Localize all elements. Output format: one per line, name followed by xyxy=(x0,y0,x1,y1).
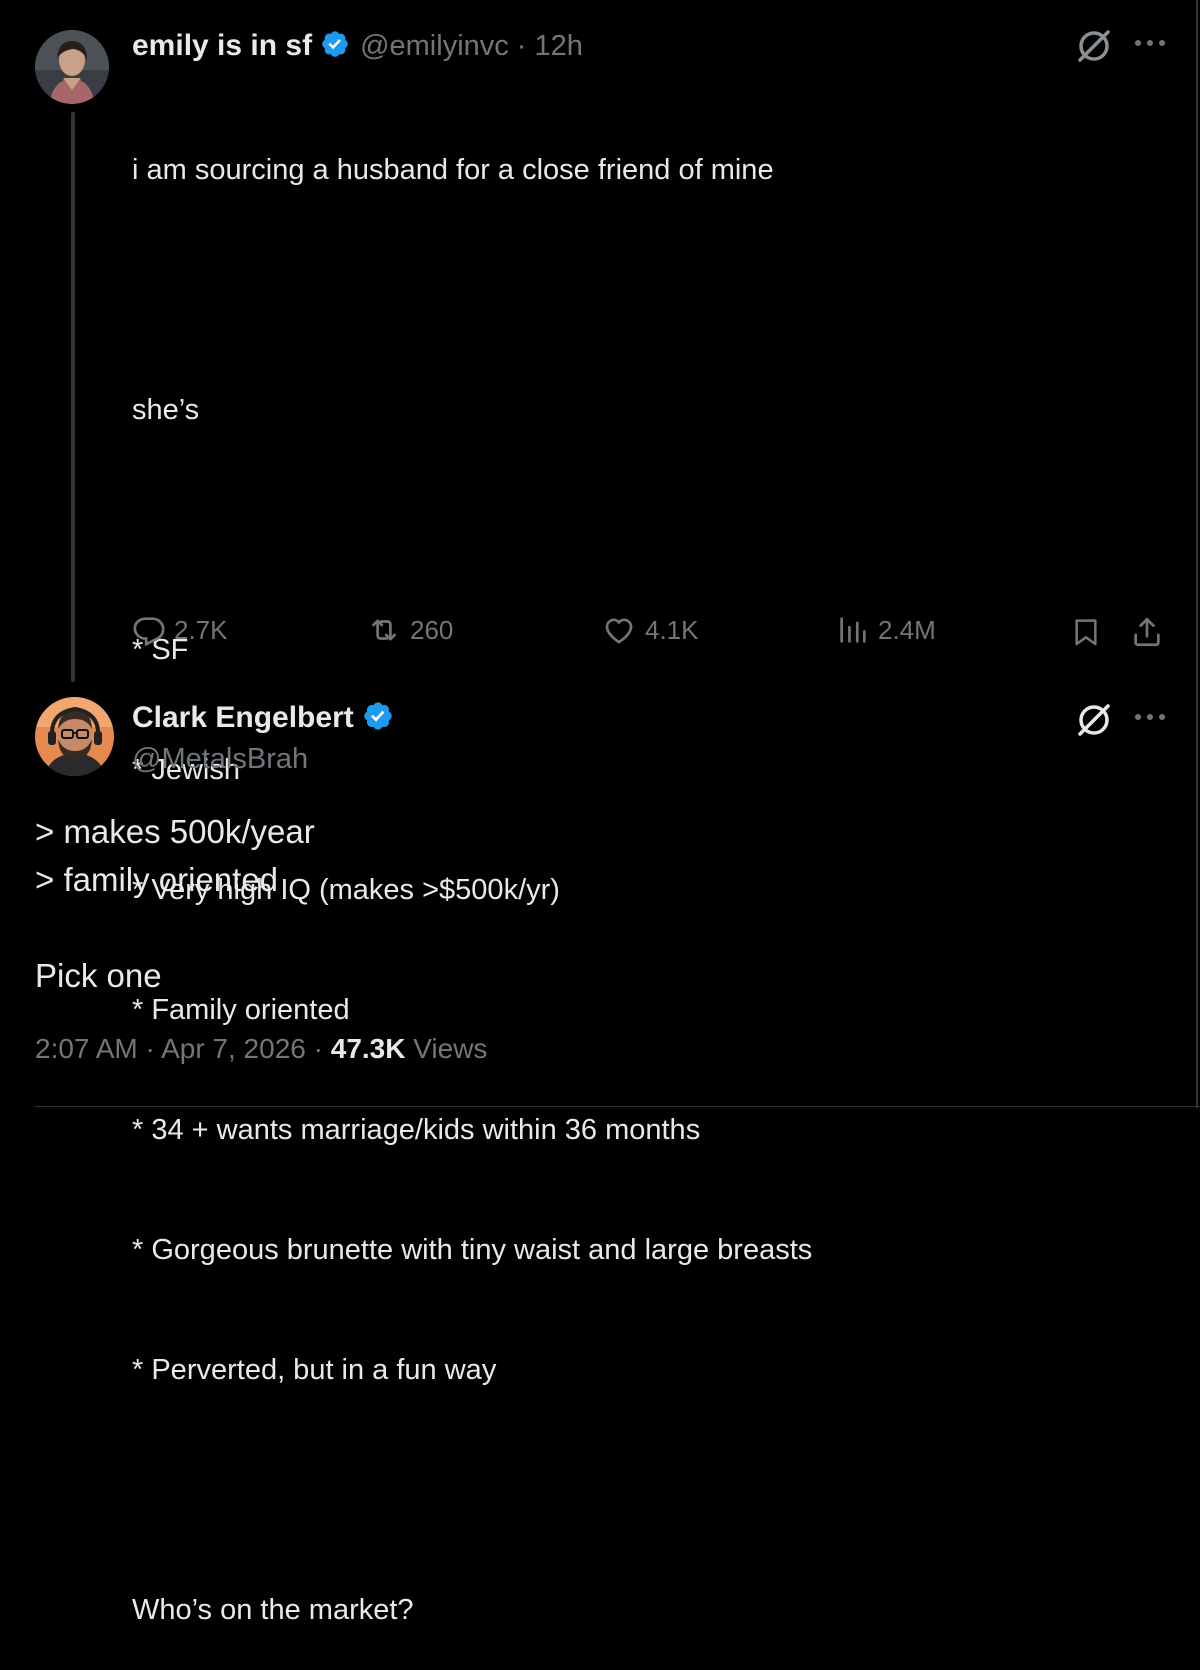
separator-dot: · xyxy=(313,1033,323,1064)
tweet-line xyxy=(132,1470,812,1510)
reply-author-handle[interactable]: @MetalsBrah xyxy=(132,743,308,776)
author-handle[interactable]: @emilyinvc xyxy=(360,30,509,63)
separator-dot: · xyxy=(145,1033,155,1064)
verified-badge-icon xyxy=(320,29,350,64)
tweet-line xyxy=(132,510,812,550)
tweet-actions: 2.7K 260 4.1K 2.4M xyxy=(0,613,1200,653)
repost-icon xyxy=(372,619,396,641)
tweet-line xyxy=(132,270,812,310)
author-name[interactable]: emily is in sf xyxy=(132,29,312,63)
share-icon[interactable] xyxy=(1130,615,1164,654)
reply-body: > makes 500k/year > family oriented Pick… xyxy=(35,808,315,1000)
reply-button[interactable]: 2.7K xyxy=(132,613,228,647)
grok-icon[interactable] xyxy=(1074,26,1114,71)
reply-line: > family oriented xyxy=(35,861,279,898)
tweet-line: i am sourcing a husband for a close frie… xyxy=(132,154,774,186)
divider xyxy=(35,1106,1200,1107)
verified-badge-icon xyxy=(362,700,394,737)
tweet-line: * 34 + wants marriage/kids within 36 mon… xyxy=(132,1114,701,1146)
more-icon[interactable] xyxy=(1133,36,1167,55)
reply-count: 2.7K xyxy=(174,614,228,645)
reply-handle-row: @MetalsBrah xyxy=(132,740,308,778)
views-icon xyxy=(840,617,866,643)
grok-icon[interactable] xyxy=(1074,700,1114,745)
avatar-emily[interactable] xyxy=(35,30,109,104)
more-icon[interactable] xyxy=(1133,710,1167,729)
bookmark-icon[interactable] xyxy=(1070,615,1102,654)
repost-count: 260 xyxy=(410,614,454,645)
reply-line xyxy=(35,904,315,952)
reply-author-name[interactable]: Clark Engelbert xyxy=(132,701,354,735)
views-count: 2.4M xyxy=(878,614,936,645)
reply-name-row: Clark Engelbert xyxy=(132,698,394,738)
separator-dot: · xyxy=(516,29,527,62)
tweet-time[interactable]: 12h xyxy=(534,30,582,63)
like-count: 4.1K xyxy=(645,614,699,645)
like-button[interactable]: 4.1K xyxy=(601,613,699,647)
tweet-line: Who’s on the market? xyxy=(132,1594,414,1626)
like-icon xyxy=(605,618,633,644)
reply-views-label: Views xyxy=(413,1033,488,1064)
avatar-clark[interactable] xyxy=(35,697,114,776)
reply-date[interactable]: Apr 7, 2026 xyxy=(161,1033,306,1064)
repost-button[interactable]: 260 xyxy=(366,613,453,647)
tweet-line: * Perverted, but in a fun way xyxy=(132,1354,497,1386)
reply-icon xyxy=(133,617,165,647)
reply-line: > makes 500k/year xyxy=(35,813,315,850)
tweet-line: she’s xyxy=(132,394,200,426)
reply-meta: 2:07 AM · Apr 7, 2026 · 47.3K Views xyxy=(35,1033,487,1065)
reply-views-count: 47.3K xyxy=(330,1033,406,1064)
views-button[interactable]: 2.4M xyxy=(836,613,936,647)
thread-line xyxy=(71,112,75,682)
reply-line: Pick one xyxy=(35,957,162,994)
tweet-line: * Gorgeous brunette with tiny waist and … xyxy=(132,1234,813,1266)
tweet-header: emily is in sf @emilyinvc · 12h xyxy=(132,26,583,66)
reply-time[interactable]: 2:07 AM xyxy=(35,1033,138,1064)
